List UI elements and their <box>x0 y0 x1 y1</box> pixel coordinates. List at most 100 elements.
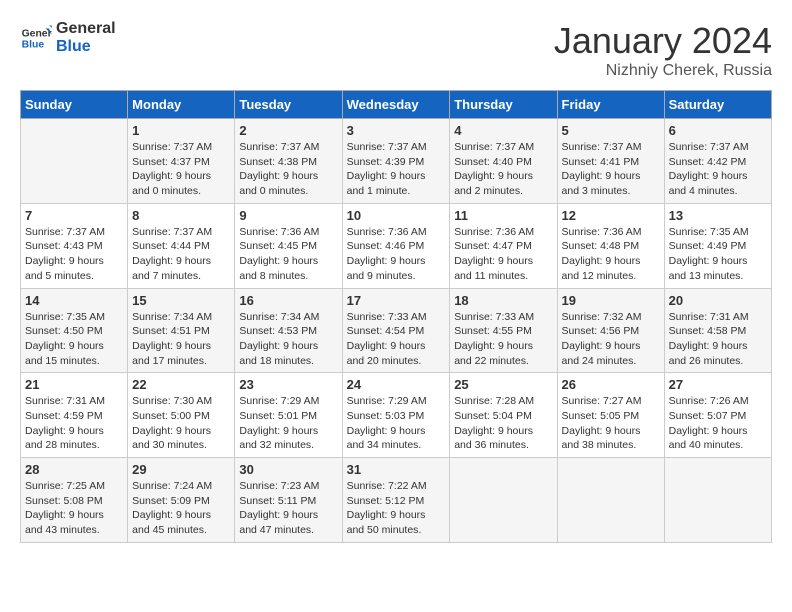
calendar-cell: 3 Sunrise: 7:37 AM Sunset: 4:39 PM Daylig… <box>342 119 450 204</box>
calendar-cell: 31Sunrise: 7:22 AM Sunset: 5:12 PM Dayli… <box>342 458 450 543</box>
calendar-week-row: 1 Sunrise: 7:37 AM Sunset: 4:37 PM Daylig… <box>21 119 772 204</box>
day-number: 24 <box>347 377 446 392</box>
calendar-table: SundayMondayTuesdayWednesdayThursdayFrid… <box>20 90 772 543</box>
day-info: Sunrise: 7:27 AM Sunset: 5:05 PM Dayligh… <box>562 394 660 453</box>
day-info: Sunrise: 7:35 AM Sunset: 4:49 PM Dayligh… <box>669 225 767 284</box>
logo-general: General <box>56 20 116 38</box>
weekday-header-sunday: Sunday <box>21 91 128 119</box>
day-info: Sunrise: 7:37 AM Sunset: 4:44 PM Dayligh… <box>132 225 230 284</box>
weekday-header-monday: Monday <box>128 91 235 119</box>
day-info: Sunrise: 7:28 AM Sunset: 5:04 PM Dayligh… <box>454 394 552 453</box>
day-number: 22 <box>132 377 230 392</box>
day-number: 26 <box>562 377 660 392</box>
calendar-cell: 1 Sunrise: 7:37 AM Sunset: 4:37 PM Daylig… <box>128 119 235 204</box>
day-number: 19 <box>562 293 660 308</box>
calendar-cell: 20Sunrise: 7:31 AM Sunset: 4:58 PM Dayli… <box>664 288 771 373</box>
calendar-cell: 19 Sunrise: 7:32 AM Sunset: 4:56 PM Dayli… <box>557 288 664 373</box>
calendar-cell: 5 Sunrise: 7:37 AM Sunset: 4:41 PM Daylig… <box>557 119 664 204</box>
calendar-cell: 18 Sunrise: 7:33 AM Sunset: 4:55 PM Dayli… <box>450 288 557 373</box>
day-info: Sunrise: 7:25 AM Sunset: 5:08 PM Dayligh… <box>25 479 123 538</box>
day-info: Sunrise: 7:29 AM Sunset: 5:01 PM Dayligh… <box>239 394 337 453</box>
day-number: 7 <box>25 208 123 223</box>
day-number: 15 <box>132 293 230 308</box>
day-number: 28 <box>25 462 123 477</box>
calendar-cell: 16 Sunrise: 7:34 AM Sunset: 4:53 PM Dayli… <box>235 288 342 373</box>
day-info: Sunrise: 7:37 AM Sunset: 4:38 PM Dayligh… <box>239 140 337 199</box>
day-number: 6 <box>669 123 767 138</box>
day-number: 20 <box>669 293 767 308</box>
calendar-week-row: 28 Sunrise: 7:25 AM Sunset: 5:08 PM Dayli… <box>21 458 772 543</box>
weekday-header-friday: Friday <box>557 91 664 119</box>
calendar-cell: 29 Sunrise: 7:24 AM Sunset: 5:09 PM Dayli… <box>128 458 235 543</box>
page-header: General Blue General Blue January 2024 N… <box>20 20 772 80</box>
calendar-cell: 23 Sunrise: 7:29 AM Sunset: 5:01 PM Dayli… <box>235 373 342 458</box>
day-number: 27 <box>669 377 767 392</box>
calendar-cell <box>664 458 771 543</box>
calendar-cell: 8 Sunrise: 7:37 AM Sunset: 4:44 PM Daylig… <box>128 203 235 288</box>
weekday-header-row: SundayMondayTuesdayWednesdayThursdayFrid… <box>21 91 772 119</box>
day-number: 9 <box>239 208 337 223</box>
day-info: Sunrise: 7:36 AM Sunset: 4:48 PM Dayligh… <box>562 225 660 284</box>
calendar-title: January 2024 <box>554 20 772 62</box>
calendar-cell: 28 Sunrise: 7:25 AM Sunset: 5:08 PM Dayli… <box>21 458 128 543</box>
calendar-cell: 25 Sunrise: 7:28 AM Sunset: 5:04 PM Dayli… <box>450 373 557 458</box>
calendar-cell: 10Sunrise: 7:36 AM Sunset: 4:46 PM Dayli… <box>342 203 450 288</box>
calendar-cell: 17Sunrise: 7:33 AM Sunset: 4:54 PM Dayli… <box>342 288 450 373</box>
day-info: Sunrise: 7:35 AM Sunset: 4:50 PM Dayligh… <box>25 310 123 369</box>
calendar-cell: 30 Sunrise: 7:23 AM Sunset: 5:11 PM Dayli… <box>235 458 342 543</box>
day-info: Sunrise: 7:36 AM Sunset: 4:47 PM Dayligh… <box>454 225 552 284</box>
day-info: Sunrise: 7:37 AM Sunset: 4:41 PM Dayligh… <box>562 140 660 199</box>
day-info: Sunrise: 7:31 AM Sunset: 4:59 PM Dayligh… <box>25 394 123 453</box>
day-number: 29 <box>132 462 230 477</box>
calendar-cell: 21Sunrise: 7:31 AM Sunset: 4:59 PM Dayli… <box>21 373 128 458</box>
svg-text:Blue: Blue <box>22 39 45 50</box>
calendar-week-row: 7 Sunrise: 7:37 AM Sunset: 4:43 PM Daylig… <box>21 203 772 288</box>
day-info: Sunrise: 7:33 AM Sunset: 4:55 PM Dayligh… <box>454 310 552 369</box>
calendar-cell: 12 Sunrise: 7:36 AM Sunset: 4:48 PM Dayli… <box>557 203 664 288</box>
calendar-cell: 15Sunrise: 7:34 AM Sunset: 4:51 PM Dayli… <box>128 288 235 373</box>
calendar-week-row: 14 Sunrise: 7:35 AM Sunset: 4:50 PM Dayli… <box>21 288 772 373</box>
weekday-header-tuesday: Tuesday <box>235 91 342 119</box>
calendar-week-row: 21Sunrise: 7:31 AM Sunset: 4:59 PM Dayli… <box>21 373 772 458</box>
day-info: Sunrise: 7:37 AM Sunset: 4:39 PM Dayligh… <box>347 140 446 199</box>
day-info: Sunrise: 7:36 AM Sunset: 4:45 PM Dayligh… <box>239 225 337 284</box>
calendar-cell: 22Sunrise: 7:30 AM Sunset: 5:00 PM Dayli… <box>128 373 235 458</box>
day-info: Sunrise: 7:32 AM Sunset: 4:56 PM Dayligh… <box>562 310 660 369</box>
day-info: Sunrise: 7:37 AM Sunset: 4:37 PM Dayligh… <box>132 140 230 199</box>
day-info: Sunrise: 7:37 AM Sunset: 4:40 PM Dayligh… <box>454 140 552 199</box>
day-number: 4 <box>454 123 552 138</box>
day-number: 1 <box>132 123 230 138</box>
calendar-cell: 7 Sunrise: 7:37 AM Sunset: 4:43 PM Daylig… <box>21 203 128 288</box>
day-info: Sunrise: 7:37 AM Sunset: 4:42 PM Dayligh… <box>669 140 767 199</box>
day-number: 3 <box>347 123 446 138</box>
calendar-cell <box>557 458 664 543</box>
day-info: Sunrise: 7:34 AM Sunset: 4:53 PM Dayligh… <box>239 310 337 369</box>
calendar-cell: 27Sunrise: 7:26 AM Sunset: 5:07 PM Dayli… <box>664 373 771 458</box>
day-info: Sunrise: 7:24 AM Sunset: 5:09 PM Dayligh… <box>132 479 230 538</box>
day-number: 11 <box>454 208 552 223</box>
day-number: 17 <box>347 293 446 308</box>
calendar-subtitle: Nizhniy Cherek, Russia <box>554 62 772 80</box>
calendar-cell: 13 Sunrise: 7:35 AM Sunset: 4:49 PM Dayli… <box>664 203 771 288</box>
day-number: 5 <box>562 123 660 138</box>
day-number: 18 <box>454 293 552 308</box>
calendar-cell <box>450 458 557 543</box>
calendar-cell: 11 Sunrise: 7:36 AM Sunset: 4:47 PM Dayli… <box>450 203 557 288</box>
day-number: 16 <box>239 293 337 308</box>
calendar-cell: 2Sunrise: 7:37 AM Sunset: 4:38 PM Daylig… <box>235 119 342 204</box>
day-number: 8 <box>132 208 230 223</box>
day-number: 12 <box>562 208 660 223</box>
logo-icon: General Blue <box>20 22 52 54</box>
day-number: 14 <box>25 293 123 308</box>
logo-blue: Blue <box>56 38 116 56</box>
day-info: Sunrise: 7:37 AM Sunset: 4:43 PM Dayligh… <box>25 225 123 284</box>
day-number: 13 <box>669 208 767 223</box>
day-number: 10 <box>347 208 446 223</box>
calendar-cell: 26 Sunrise: 7:27 AM Sunset: 5:05 PM Dayli… <box>557 373 664 458</box>
calendar-cell: 4 Sunrise: 7:37 AM Sunset: 4:40 PM Daylig… <box>450 119 557 204</box>
day-info: Sunrise: 7:23 AM Sunset: 5:11 PM Dayligh… <box>239 479 337 538</box>
day-number: 30 <box>239 462 337 477</box>
day-number: 25 <box>454 377 552 392</box>
weekday-header-saturday: Saturday <box>664 91 771 119</box>
day-number: 23 <box>239 377 337 392</box>
